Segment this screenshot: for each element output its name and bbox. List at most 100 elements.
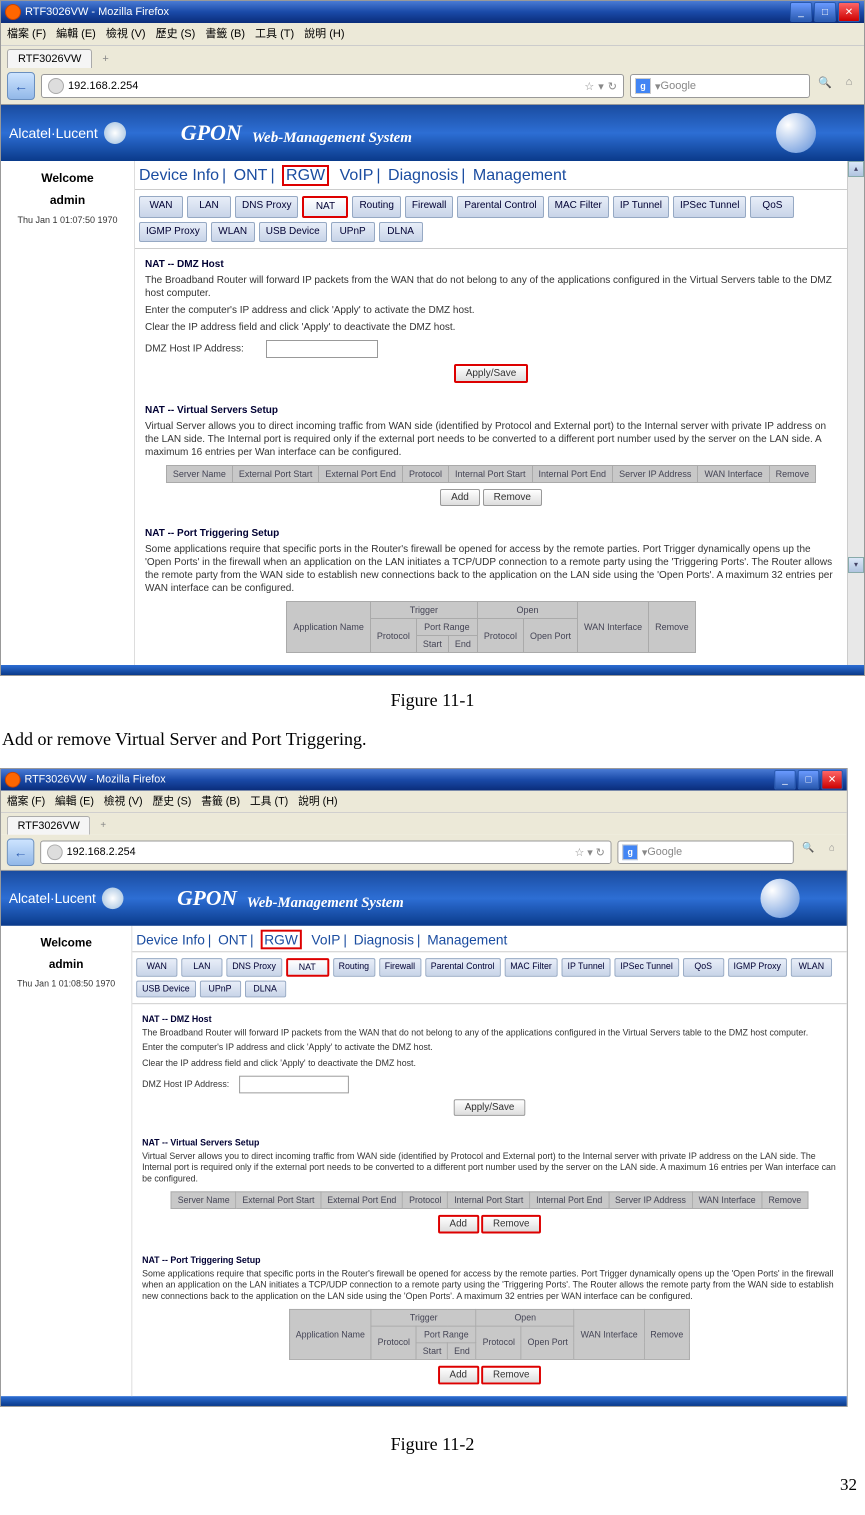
search-input[interactable]: g▾ Google xyxy=(630,74,810,98)
menu-view[interactable]: 檢視 (V) xyxy=(106,25,146,43)
subtab-mac[interactable]: MAC Filter xyxy=(548,196,609,218)
pt-section: NAT -- Port Triggering Setup Some applic… xyxy=(135,518,847,665)
subtab-row: WAN LAN DNS Proxy NAT Routing Firewall P… xyxy=(135,190,847,249)
tab-voip[interactable]: VoIP xyxy=(340,167,374,184)
menu-bar: 檔案 (F) 編輯 (E) 檢視 (V) 歷史 (S) 書籤 (B) 工具 (T… xyxy=(1,23,864,46)
bottom-bar xyxy=(1,665,864,675)
address-bar: ← 192.168.2.254 ☆ ▾ ↻ g▾ Google 🔍 ⌂ xyxy=(1,68,864,105)
scroll-up-icon[interactable]: ▴ xyxy=(848,161,864,177)
new-tab-button[interactable]: + xyxy=(94,51,116,67)
pt-p1: Some applications require that specific … xyxy=(145,543,837,595)
sidebar: Welcome admin Thu Jan 1 01:07:50 1970 xyxy=(1,161,134,665)
scroll-down-icon[interactable]: ▾ xyxy=(848,557,864,573)
menu-bar: 檔案 (F) 編輯 (E) 檢視 (V) 歷史 (S) 書籤 (B) 工具 (T… xyxy=(1,791,847,814)
vs-table: Server Name External Port Start External… xyxy=(166,465,816,483)
menu-bookmarks[interactable]: 書籤 (B) xyxy=(205,25,245,43)
window-title: RTF3026VW - Mozilla Firefox xyxy=(25,774,166,786)
brand-icon xyxy=(104,122,126,144)
back-button[interactable]: ← xyxy=(7,839,34,866)
screenshot-2: RTF3026VW - Mozilla Firefox _ □ ✕ 檔案 (F)… xyxy=(0,768,848,1407)
browser-tab[interactable]: RTF3026VW xyxy=(7,816,91,835)
tab-ont[interactable]: ONT xyxy=(234,167,268,184)
window-title: RTF3026VW - Mozilla Firefox xyxy=(25,6,169,18)
subtab-routing[interactable]: Routing xyxy=(352,196,400,218)
close-button[interactable]: ✕ xyxy=(838,2,860,22)
maximize-button[interactable]: □ xyxy=(814,2,836,22)
subtab-upnp[interactable]: UPnP xyxy=(331,222,375,242)
admin-label: admin xyxy=(5,193,130,207)
subtab-wan[interactable]: WAN xyxy=(139,196,183,218)
vs-remove-button[interactable]: Remove xyxy=(483,489,542,506)
body-text-1: Add or remove Virtual Server and Port Tr… xyxy=(2,729,865,750)
vs-p1: Virtual Server allows you to direct inco… xyxy=(145,420,837,459)
vs-title: NAT -- Virtual Servers Setup xyxy=(145,405,837,416)
window-titlebar: RTF3026VW - Mozilla Firefox _ □ ✕ xyxy=(1,1,864,23)
subtab-ipsec[interactable]: IPSec Tunnel xyxy=(673,196,746,218)
screenshot-1: RTF3026VW - Mozilla Firefox _ □ ✕ 檔案 (F)… xyxy=(0,0,865,676)
page-number: 32 xyxy=(0,1475,857,1495)
tab-rgw[interactable]: RGW xyxy=(282,165,329,186)
vs-add-button[interactable]: Add xyxy=(440,489,480,506)
pt-add-button[interactable]: Add xyxy=(438,1366,479,1385)
main-panel: Device Info| ONT| RGW VoIP| Diagnosis| M… xyxy=(134,161,847,665)
menu-help[interactable]: 說明 (H) xyxy=(304,25,344,43)
reload-icon[interactable]: ↻ xyxy=(608,80,617,93)
minimize-button[interactable]: _ xyxy=(774,770,796,790)
subtab-lan[interactable]: LAN xyxy=(187,196,231,218)
vs-remove-button[interactable]: Remove xyxy=(481,1215,541,1234)
main-tabs: Device Info| ONT| RGW VoIP| Diagnosis| M… xyxy=(135,161,847,190)
subtab-ip-tunnel[interactable]: IP Tunnel xyxy=(613,196,669,218)
home-icon[interactable]: ⌂ xyxy=(840,76,858,96)
tab-diagnosis[interactable]: Diagnosis xyxy=(388,167,458,184)
brand-label: Alcatel·Lucent xyxy=(9,125,98,141)
dmz-title: NAT -- DMZ Host xyxy=(145,259,837,270)
dmz-p1: The Broadband Router will forward IP pac… xyxy=(145,274,837,300)
search-icon[interactable]: 🔍 xyxy=(800,842,818,862)
pt-title: NAT -- Port Triggering Setup xyxy=(145,528,837,539)
menu-tools[interactable]: 工具 (T) xyxy=(255,25,294,43)
tab-device-info[interactable]: Device Info xyxy=(139,167,219,184)
url-input[interactable]: 192.168.2.254 ☆ ▾ ↻ xyxy=(41,74,624,98)
menu-file[interactable]: 檔案 (F) xyxy=(7,25,46,43)
pt-remove-button[interactable]: Remove xyxy=(481,1366,541,1385)
search-icon[interactable]: 🔍 xyxy=(816,76,834,96)
browser-tab[interactable]: RTF3026VW xyxy=(7,49,92,68)
subtab-dlna[interactable]: DLNA xyxy=(379,222,423,242)
vs-add-button[interactable]: Add xyxy=(438,1215,479,1234)
subtab-nat[interactable]: NAT xyxy=(302,196,348,218)
google-icon: g xyxy=(635,78,651,94)
subtab-qos[interactable]: QoS xyxy=(750,196,794,218)
gpon-label: GPON xyxy=(181,120,242,146)
firefox-icon xyxy=(5,4,21,20)
date-label: Thu Jan 1 01:07:50 1970 xyxy=(5,215,130,225)
home-icon[interactable]: ⌂ xyxy=(823,842,841,862)
apply-save-button[interactable]: Apply/Save xyxy=(454,364,529,383)
menu-history[interactable]: 歷史 (S) xyxy=(156,25,196,43)
tab-management[interactable]: Management xyxy=(473,167,566,184)
apply-save-button[interactable]: Apply/Save xyxy=(454,1099,525,1116)
dmz-ip-input[interactable] xyxy=(266,340,378,358)
subtab-dns[interactable]: DNS Proxy xyxy=(235,196,298,218)
subtab-wlan[interactable]: WLAN xyxy=(211,222,255,242)
menu-edit[interactable]: 編輯 (E) xyxy=(56,25,96,43)
figure-2-caption: Figure 11-2 xyxy=(0,1434,865,1455)
minimize-button[interactable]: _ xyxy=(790,2,812,22)
subtab-parental[interactable]: Parental Control xyxy=(457,196,543,218)
vertical-scrollbar[interactable]: ▴ ▾ xyxy=(847,161,864,665)
subtab-usb[interactable]: USB Device xyxy=(259,222,327,242)
bookmark-icon[interactable]: ☆ xyxy=(584,80,594,93)
back-button[interactable]: ← xyxy=(7,72,35,100)
url-input[interactable]: 192.168.2.254☆ ▾ ↻ xyxy=(40,841,611,865)
search-input[interactable]: g▾ Google xyxy=(617,841,793,865)
subtab-firewall[interactable]: Firewall xyxy=(405,196,453,218)
maximize-button[interactable]: □ xyxy=(798,770,820,790)
subtab-igmp[interactable]: IGMP Proxy xyxy=(139,222,207,242)
favicon-icon xyxy=(48,78,64,94)
dmz-section: NAT -- DMZ Host The Broadband Router wil… xyxy=(135,249,847,395)
close-button[interactable]: ✕ xyxy=(821,770,843,790)
dmz-ip-input[interactable] xyxy=(239,1075,349,1093)
dmz-p3: Clear the IP address field and click 'Ap… xyxy=(145,321,837,334)
figure-1-caption: Figure 11-1 xyxy=(0,690,865,711)
dmz-ip-label: DMZ Host IP Address: xyxy=(145,344,244,355)
globe-icon xyxy=(776,113,816,153)
